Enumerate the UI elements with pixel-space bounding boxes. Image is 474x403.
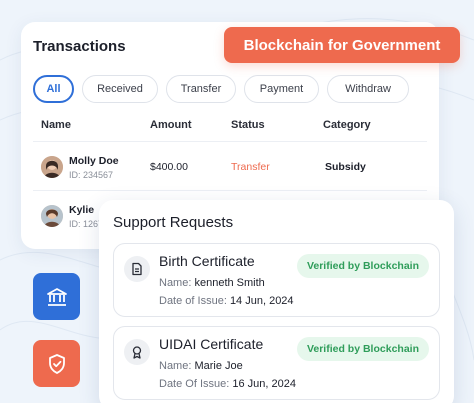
security-button[interactable] [33, 340, 80, 387]
request-name: Birth Certificate [159, 253, 255, 269]
avatar [41, 205, 63, 227]
transactions-title: Transactions [33, 38, 126, 55]
table-row[interactable]: Molly Doe ID: 234567 $400.00 Transfer Su… [41, 152, 439, 192]
issue-date-label: Date Of Issue: [159, 378, 230, 390]
filter-withdraw[interactable]: Withdraw [327, 75, 409, 103]
row-name: Kylie [69, 204, 95, 216]
support-requests-title: Support Requests [113, 214, 234, 231]
table-header: Name Amount Status Category [41, 119, 439, 135]
row-name: Molly Doe [69, 155, 119, 167]
issue-date-value: 14 Jun, 2024 [229, 295, 294, 307]
request-card[interactable]: UIDAI Certificate Name: Marie Joe Date O… [113, 326, 440, 400]
filter-payment[interactable]: Payment [244, 75, 319, 103]
column-amount: Amount [150, 119, 192, 131]
divider [33, 190, 427, 191]
row-amount: $400.00 [150, 161, 188, 173]
document-icon [124, 256, 150, 282]
filter-transfer[interactable]: Transfer [166, 75, 236, 103]
request-holder: Name: Marie Joe [159, 360, 243, 372]
request-issue-date: Date of Issue: 14 Jun, 2024 [159, 295, 294, 307]
row-id: ID: 234567 [69, 170, 114, 180]
award-icon [124, 339, 150, 365]
holder-value: Marie Joe [194, 360, 243, 372]
row-id: ID: 1267 [69, 219, 104, 229]
blockchain-banner: Blockchain for Government [224, 27, 460, 63]
shield-check-icon [48, 353, 65, 374]
bank-button[interactable] [33, 273, 80, 320]
verified-badge: Verified by Blockchain [296, 337, 429, 361]
row-status: Transfer [231, 161, 270, 173]
request-card[interactable]: Birth Certificate Name: kenneth Smith Da… [113, 243, 440, 317]
support-requests-card: Support Requests Birth Certificate Name:… [99, 200, 454, 403]
holder-value: kenneth Smith [194, 277, 265, 289]
issue-date-label: Date of Issue: [159, 295, 227, 307]
filter-chips: All Received Transfer Payment Withdraw [33, 75, 409, 103]
holder-label: Name: [159, 360, 192, 372]
filter-all[interactable]: All [33, 75, 74, 103]
request-issue-date: Date Of Issue: 16 Jun, 2024 [159, 378, 296, 390]
request-holder: Name: kenneth Smith [159, 277, 265, 289]
column-status: Status [231, 119, 265, 131]
request-name: UIDAI Certificate [159, 336, 264, 352]
filter-received[interactable]: Received [82, 75, 158, 103]
row-category: Subsidy [325, 161, 366, 173]
issue-date-value: 16 Jun, 2024 [232, 378, 296, 390]
avatar [41, 156, 63, 178]
holder-label: Name: [159, 277, 192, 289]
column-category: Category [323, 119, 371, 131]
bank-icon [46, 287, 67, 306]
verified-badge: Verified by Blockchain [296, 254, 429, 278]
column-name: Name [41, 119, 71, 131]
divider [33, 141, 427, 142]
